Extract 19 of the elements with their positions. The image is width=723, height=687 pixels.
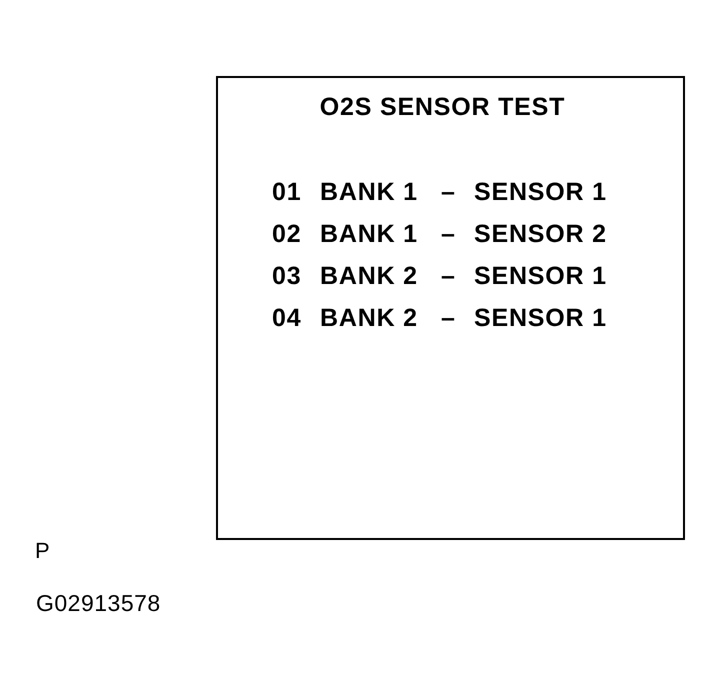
sensor-label: SENSOR 1 <box>474 261 607 292</box>
dash-separator: – <box>441 219 456 250</box>
dash-separator: – <box>441 303 456 334</box>
dash-separator: – <box>441 261 456 292</box>
sensor-label: SENSOR 2 <box>474 219 607 250</box>
bank-label: BANK 2 <box>320 303 418 334</box>
sensor-label: SENSOR 1 <box>474 303 607 334</box>
test-number: 01 <box>272 177 302 208</box>
test-number: 03 <box>272 261 302 292</box>
bank-label: BANK 2 <box>320 261 418 292</box>
figure-id: G02913578 <box>36 592 161 615</box>
sensor-label: SENSOR 1 <box>474 177 607 208</box>
bank-label: BANK 1 <box>320 177 418 208</box>
test-number: 02 <box>272 219 302 250</box>
screen-title: O2S SENSOR TEST <box>320 93 566 121</box>
test-number: 04 <box>272 303 302 334</box>
bank-label: BANK 1 <box>320 219 418 250</box>
dash-separator: – <box>441 177 456 208</box>
view-label: P <box>35 540 50 562</box>
